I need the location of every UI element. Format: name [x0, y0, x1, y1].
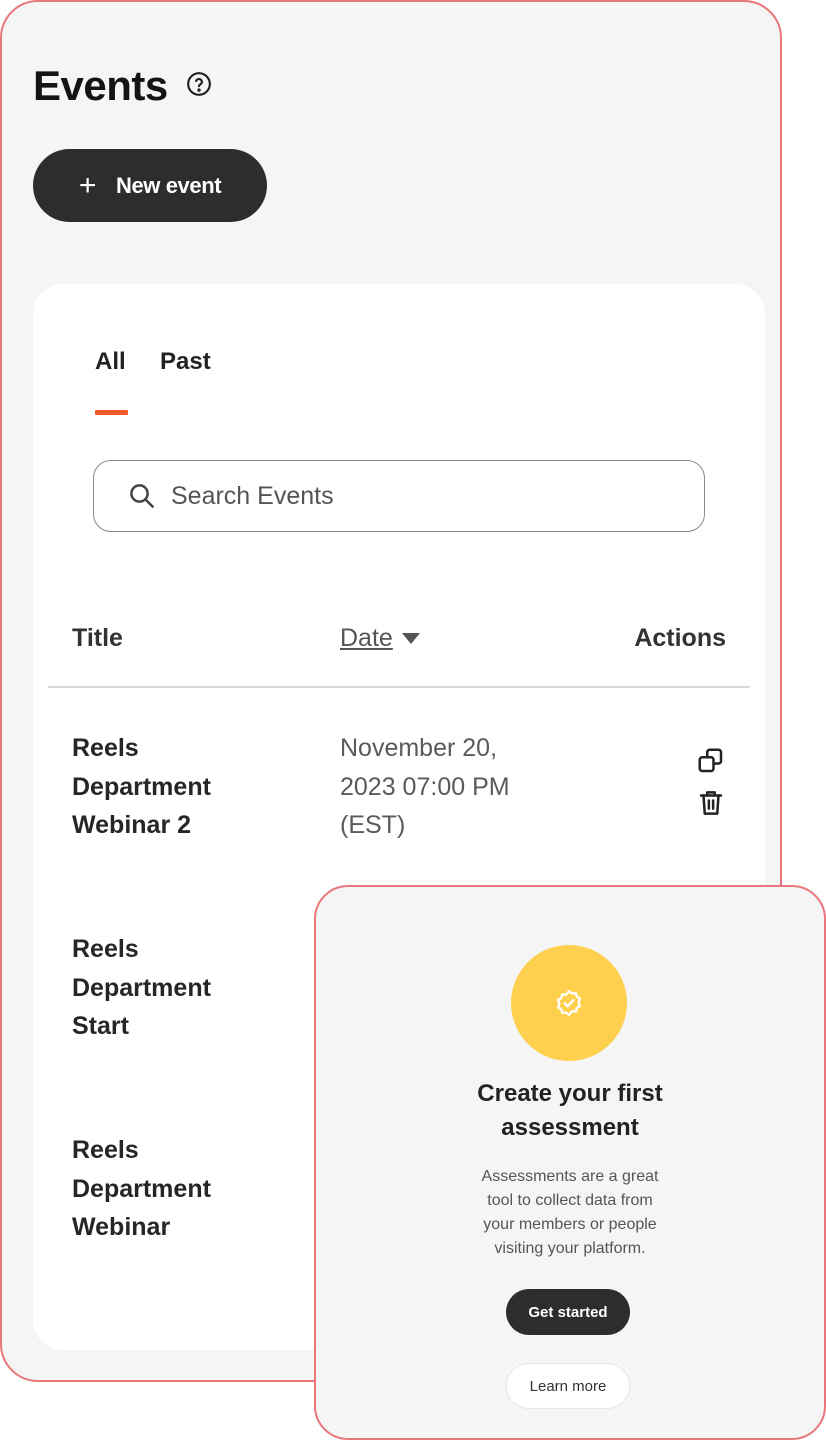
popup-description-line: tool to collect data from — [487, 1192, 653, 1209]
sort-down-icon — [401, 633, 420, 644]
popup-title-line: Create your first — [477, 1080, 663, 1107]
event-title-line: Department — [72, 1174, 211, 1203]
header-divider — [48, 686, 750, 688]
badge-circle — [511, 945, 627, 1061]
event-date-line: (EST) — [340, 811, 406, 839]
column-header-title: Title — [72, 624, 123, 652]
event-title[interactable]: Reels Department Webinar 2 — [72, 729, 292, 845]
event-title-line: Department — [72, 973, 211, 1002]
help-circle-icon[interactable] — [186, 71, 212, 97]
event-title[interactable]: Reels Department Webinar — [72, 1131, 292, 1247]
event-title[interactable]: Reels Department Start — [72, 930, 292, 1046]
event-title-line: Start — [72, 1012, 129, 1040]
event-date-line: November 20, — [340, 734, 498, 762]
tab-past[interactable]: Past — [160, 348, 211, 376]
column-header-date-label: Date — [340, 624, 393, 652]
popup-description-line: visiting your platform. — [494, 1240, 646, 1257]
event-title-line: Reels — [72, 935, 139, 963]
column-header-actions: Actions — [634, 624, 726, 652]
tab-all[interactable]: All — [95, 348, 126, 376]
event-title-line: Department — [72, 772, 211, 801]
search-icon — [130, 484, 154, 508]
popup-title: Create your first assessment — [316, 1077, 824, 1145]
event-title-line: Webinar — [72, 1213, 171, 1241]
popup-title-line: assessment — [501, 1114, 639, 1141]
column-header-date[interactable]: Date — [340, 624, 420, 653]
trash-icon[interactable] — [696, 788, 726, 818]
event-date-line: 2023 07:00 PM — [340, 772, 510, 801]
verified-badge-icon — [556, 989, 582, 1017]
event-date: November 20, 2023 07:00 PM (EST) — [340, 729, 590, 845]
search-box[interactable] — [93, 460, 705, 532]
plus-icon: + — [78, 168, 97, 202]
event-title-line: Webinar 2 — [72, 811, 192, 839]
new-event-label: New event — [115, 172, 222, 198]
popup-description-line: your members or people — [483, 1216, 657, 1233]
popup-description-line: Assessments are a great — [481, 1168, 659, 1185]
popup-description: Assessments are a great tool to collect … — [316, 1165, 824, 1261]
assessment-popup: Create your first assessment Assessments… — [314, 885, 826, 1440]
active-tab-indicator — [95, 410, 128, 415]
get-started-button[interactable]: Get started — [506, 1289, 630, 1335]
search-input[interactable] — [171, 481, 671, 511]
page-title: Events — [33, 62, 168, 109]
copy-icon[interactable] — [696, 746, 726, 776]
new-event-button[interactable]: + New event — [33, 149, 267, 222]
learn-more-button[interactable]: Learn more — [506, 1363, 630, 1409]
event-title-line: Reels — [72, 734, 139, 762]
page-header: Events — [33, 58, 212, 114]
event-title-line: Reels — [72, 1136, 139, 1164]
